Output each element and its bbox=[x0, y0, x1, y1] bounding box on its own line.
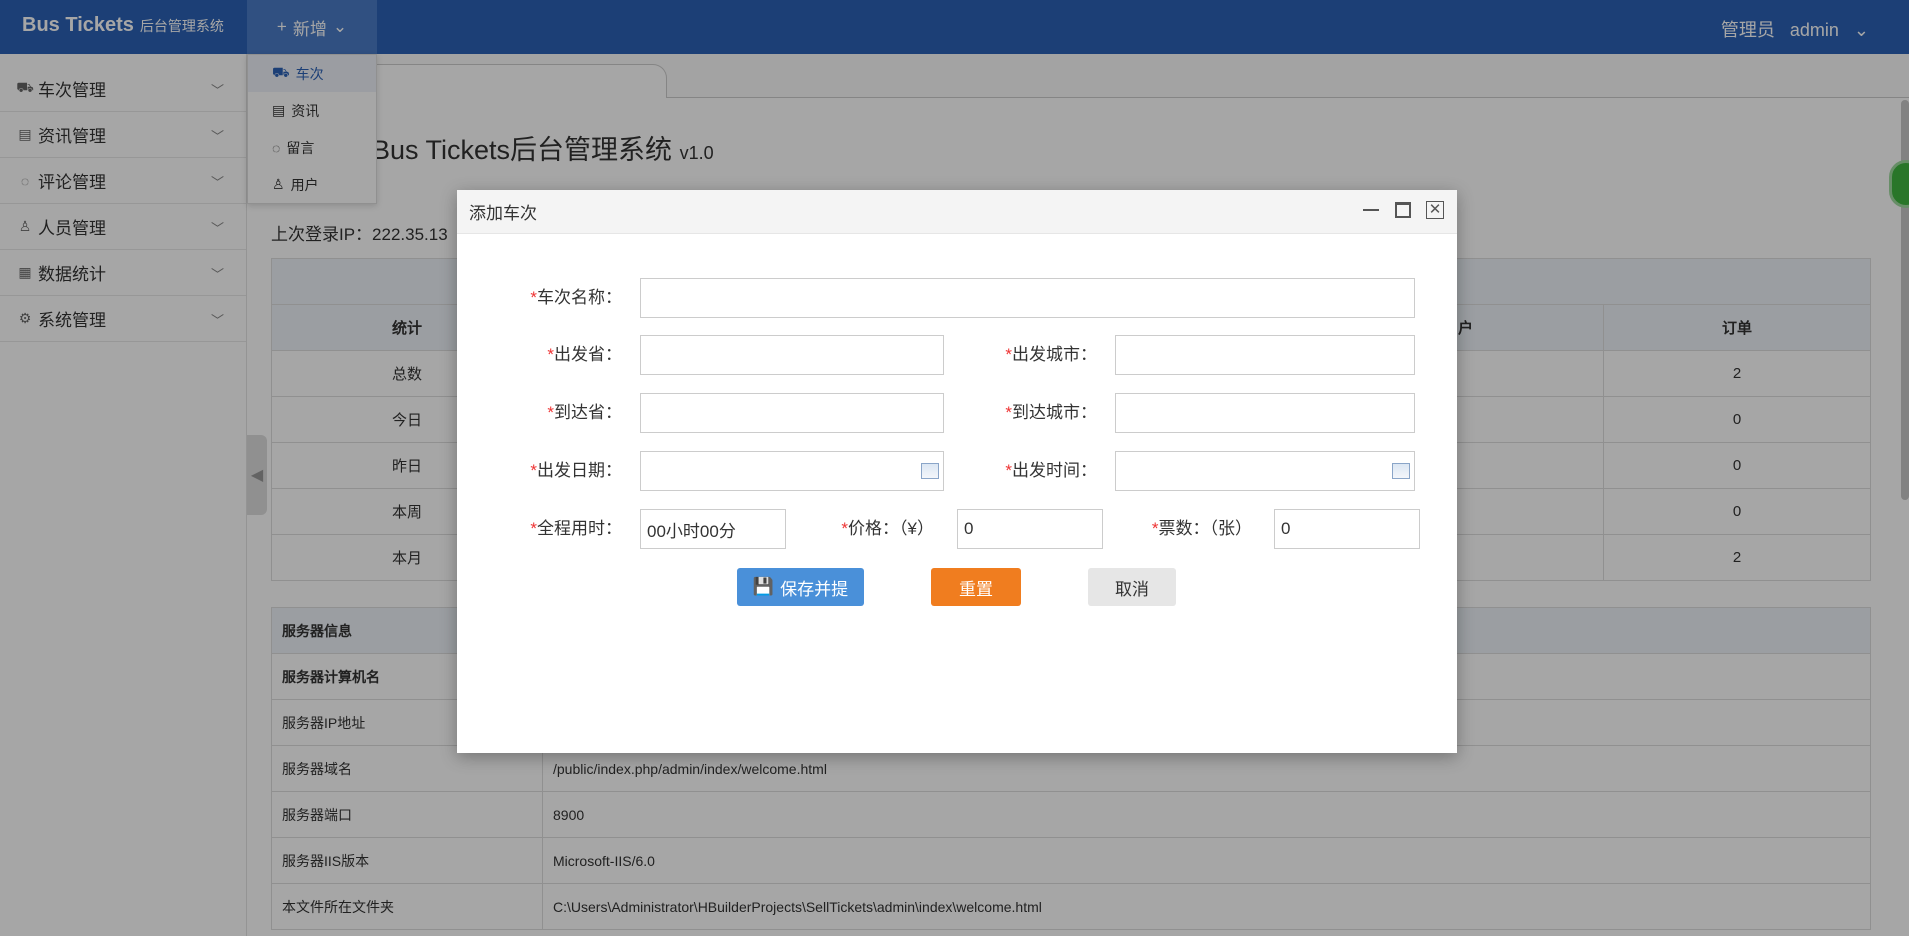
floppy-disk-icon: 💾 bbox=[752, 577, 775, 596]
to-province-label: *到达省： bbox=[547, 403, 622, 422]
price-label: *价格：（¥） bbox=[841, 519, 934, 538]
train-name-label: *车次名称： bbox=[530, 288, 622, 307]
form-row-arrival: *到达省： *到达城市： bbox=[457, 393, 1457, 433]
from-province-input[interactable] bbox=[640, 335, 944, 375]
from-city-input[interactable] bbox=[1115, 335, 1415, 375]
from-province-label: *出发省： bbox=[547, 345, 622, 364]
close-icon[interactable]: ✕ bbox=[1425, 200, 1445, 220]
tickets-label: *票数：（张） bbox=[1151, 519, 1252, 538]
time-input[interactable] bbox=[1115, 451, 1415, 491]
date-label: *出发日期： bbox=[530, 461, 622, 480]
form-row-departure: *出发省： *出发城市： bbox=[457, 335, 1457, 375]
minimize-icon[interactable] bbox=[1361, 200, 1381, 220]
train-name-input[interactable] bbox=[640, 278, 1415, 318]
from-city-label: *出发城市： bbox=[1005, 345, 1097, 364]
price-input[interactable] bbox=[957, 509, 1103, 549]
form-row-datetime: *出发日期： *出发时间： bbox=[457, 451, 1457, 491]
reset-button[interactable]: 重置 bbox=[931, 568, 1021, 606]
calendar-icon[interactable] bbox=[921, 463, 939, 479]
form-row-name: *车次名称： bbox=[457, 278, 1457, 318]
to-city-input[interactable] bbox=[1115, 393, 1415, 433]
to-city-label: *到达城市： bbox=[1005, 403, 1097, 422]
dialog-title: 添加车次 bbox=[469, 204, 537, 223]
form-row-details: *全程用时： *价格：（¥） *票数：（张） bbox=[457, 509, 1457, 549]
maximize-icon[interactable] bbox=[1393, 200, 1413, 220]
duration-label: *全程用时： bbox=[530, 519, 622, 538]
save-submit-button[interactable]: 💾 保存并提 bbox=[737, 568, 864, 606]
add-train-dialog: 添加车次 ✕ *车次名称： *出发省： *出发城市： *到达省： *到达城市： … bbox=[457, 190, 1457, 753]
cancel-button[interactable]: 取消 bbox=[1088, 568, 1176, 606]
to-province-input[interactable] bbox=[640, 393, 944, 433]
tickets-input[interactable] bbox=[1274, 509, 1420, 549]
dialog-title-bar: 添加车次 ✕ bbox=[457, 190, 1457, 234]
duration-input[interactable] bbox=[640, 509, 786, 549]
date-input[interactable] bbox=[640, 451, 944, 491]
time-label: *出发时间： bbox=[1005, 461, 1097, 480]
calendar-icon[interactable] bbox=[1392, 463, 1410, 479]
